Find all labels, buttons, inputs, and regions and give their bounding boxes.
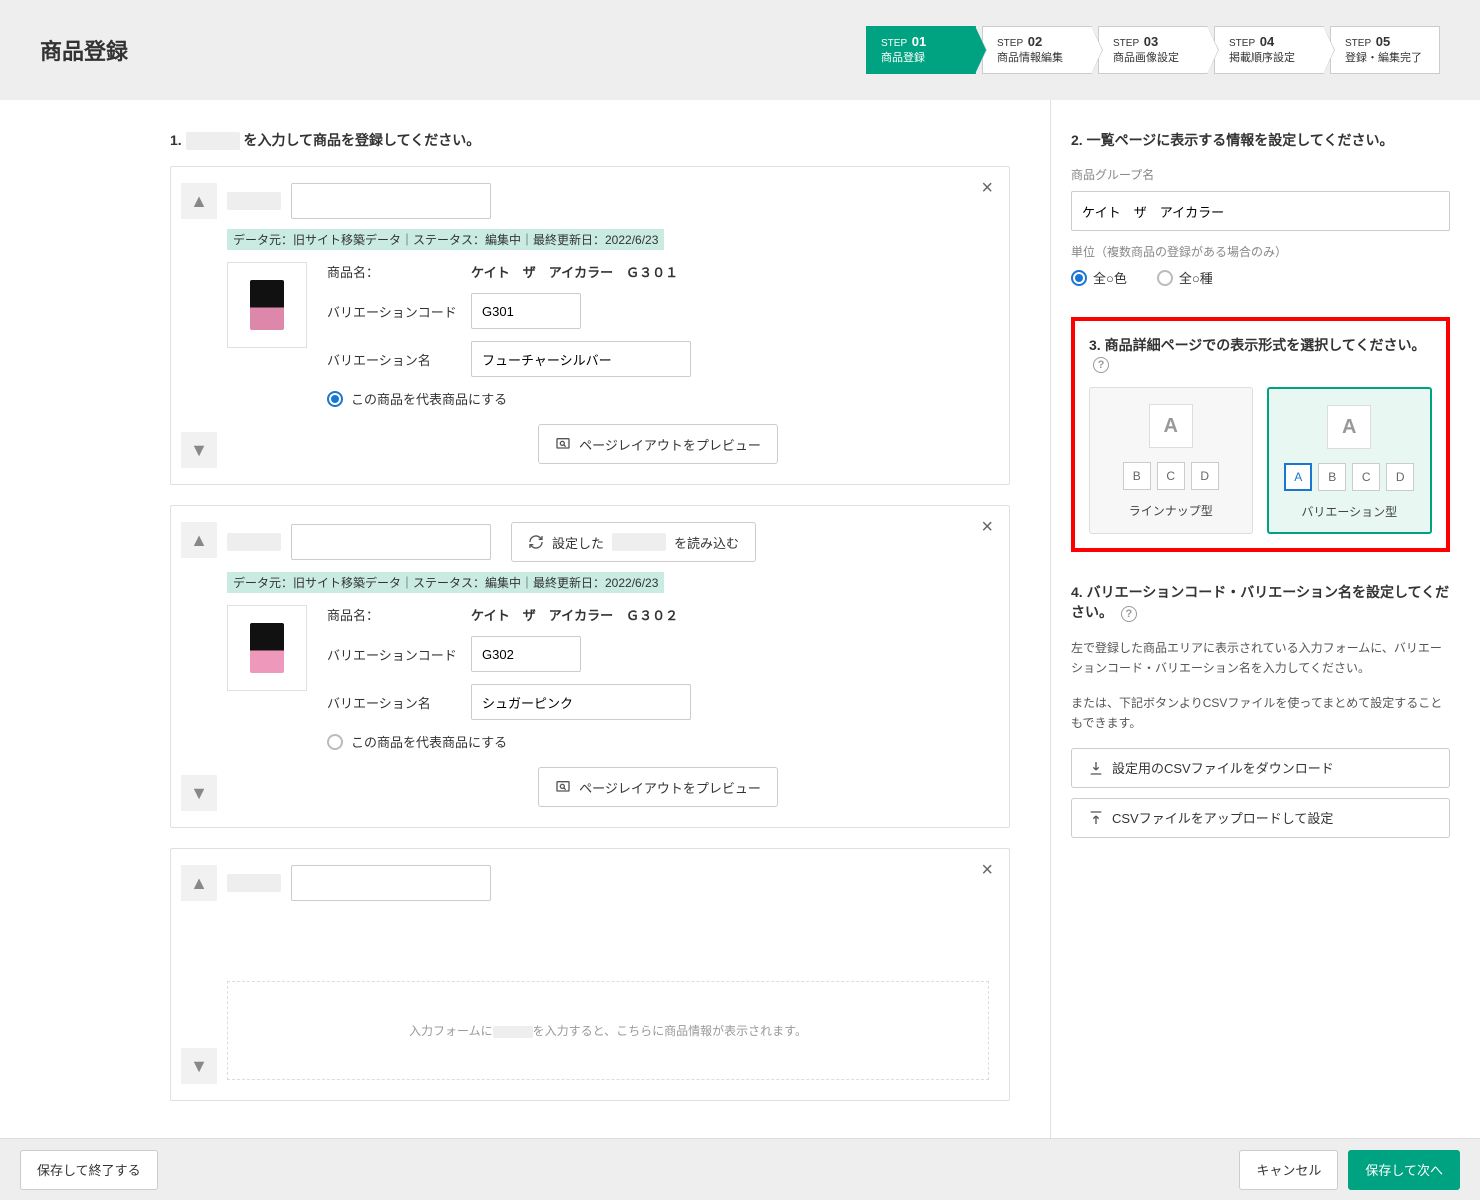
variation-name-input[interactable]	[471, 341, 691, 377]
id-label-placeholder	[227, 533, 281, 551]
move-down-button[interactable]: ▼	[181, 775, 217, 811]
variation-name-label: バリエーション名	[327, 693, 457, 712]
step-04[interactable]: STEP 04掲載順序設定	[1214, 26, 1324, 74]
chip: B	[1318, 463, 1346, 491]
radio-icon	[1071, 270, 1087, 286]
variation-code-input[interactable]	[471, 293, 581, 329]
chip: C	[1352, 463, 1380, 491]
section1-title: 1. を入力して商品を登録してください。	[170, 130, 1010, 150]
variation-name-input[interactable]	[471, 684, 691, 720]
csv-upload-button[interactable]: CSVファイルをアップロードして設定	[1071, 798, 1450, 838]
id-label-placeholder	[227, 192, 281, 210]
step-01[interactable]: STEP 01商品登録	[866, 26, 976, 74]
radio-icon	[327, 391, 343, 407]
layout-name: バリエーション型	[1279, 503, 1421, 520]
move-up-button[interactable]: ▲	[181, 183, 217, 219]
chip: C	[1157, 462, 1185, 490]
group-name-input[interactable]	[1071, 191, 1450, 231]
preview-button[interactable]: ページレイアウトをプレビュー	[538, 424, 778, 464]
help-icon[interactable]: ?	[1121, 606, 1137, 622]
section3-highlight: 3. 商品詳細ページでの表示形式を選択してください。 ? ABCDラインナップ型…	[1071, 317, 1450, 552]
product-id-input[interactable]	[291, 183, 491, 219]
variation-code-input[interactable]	[471, 636, 581, 672]
product-thumbnail	[227, 605, 307, 691]
product-card: ▲ ▼ × データ元：旧サイト移築データ｜ステータス：編集中｜最終更新日：202…	[170, 166, 1010, 485]
upload-icon	[1088, 810, 1104, 826]
meta-info: データ元：旧サイト移築データ｜ステータス：編集中｜最終更新日：2022/6/23	[227, 229, 664, 250]
close-icon[interactable]: ×	[981, 177, 993, 200]
layout-preview-icon: A	[1149, 404, 1193, 448]
reload-button[interactable]: 設定したを読み込む	[511, 522, 756, 562]
meta-info: データ元：旧サイト移築データ｜ステータス：編集中｜最終更新日：2022/6/23	[227, 572, 664, 593]
step-05[interactable]: STEP 05登録・編集完了	[1330, 26, 1440, 74]
section3-title: 3. 商品詳細ページでの表示形式を選択してください。	[1089, 337, 1425, 353]
product-card-empty: ▲ ▼ × 入力フォームにを入力すると、こちらに商品情報が表示されます。	[170, 848, 1010, 1101]
save-exit-button[interactable]: 保存して終了する	[20, 1150, 158, 1190]
page-title: 商品登録	[40, 34, 128, 66]
move-down-button[interactable]: ▼	[181, 432, 217, 468]
section2-title: 2. 一覧ページに表示する情報を設定してください。	[1071, 130, 1450, 150]
radio-icon	[1157, 270, 1173, 286]
chip: D	[1386, 463, 1414, 491]
layout-lineup-option[interactable]: ABCD ラインナップ型	[1089, 387, 1253, 534]
save-next-button[interactable]: 保存して次へ	[1348, 1150, 1460, 1190]
product-card: ▲ ▼ × 設定したを読み込む データ元：旧サイト移築データ｜ステータス：編集中…	[170, 505, 1010, 828]
chip: B	[1123, 462, 1151, 490]
empty-card-message: 入力フォームにを入力すると、こちらに商品情報が表示されます。	[227, 981, 989, 1080]
radio-icon	[327, 734, 343, 750]
chip: A	[1284, 463, 1312, 491]
chip: D	[1191, 462, 1219, 490]
section4-desc2: または、下記ボタンよりCSVファイルを使ってまとめて設定することもできます。	[1071, 693, 1450, 734]
layout-preview-icon: A	[1327, 405, 1371, 449]
help-icon[interactable]: ?	[1093, 357, 1109, 373]
product-name-value: ケイト ザ アイカラー Ｇ３０１	[471, 262, 678, 281]
step-03[interactable]: STEP 03商品画像設定	[1098, 26, 1208, 74]
id-label-placeholder	[227, 874, 281, 892]
represent-radio[interactable]: この商品を代表商品にする	[327, 732, 989, 751]
move-down-button[interactable]: ▼	[181, 1048, 217, 1084]
group-name-label: 商品グループ名	[1071, 166, 1450, 183]
layout-name: ラインナップ型	[1100, 502, 1242, 519]
unit-radio-color[interactable]: 全○色	[1071, 268, 1127, 287]
product-id-input[interactable]	[291, 865, 491, 901]
unit-label: 単位（複数商品の登録がある場合のみ）	[1071, 243, 1450, 260]
step-02[interactable]: STEP 02商品情報編集	[982, 26, 1092, 74]
unit-radio-type[interactable]: 全○種	[1157, 268, 1213, 287]
product-name-label: 商品名：	[327, 605, 457, 624]
preview-button[interactable]: ページレイアウトをプレビュー	[538, 767, 778, 807]
cancel-button[interactable]: キャンセル	[1239, 1150, 1338, 1190]
csv-download-button[interactable]: 設定用のCSVファイルをダウンロード	[1071, 748, 1450, 788]
preview-icon	[555, 779, 571, 795]
layout-variation-option[interactable]: AABCD バリエーション型	[1267, 387, 1433, 534]
product-thumbnail	[227, 262, 307, 348]
variation-code-label: バリエーションコード	[327, 645, 457, 664]
variation-name-label: バリエーション名	[327, 350, 457, 369]
product-name-label: 商品名：	[327, 262, 457, 281]
refresh-icon	[528, 534, 544, 550]
move-up-button[interactable]: ▲	[181, 522, 217, 558]
product-id-input[interactable]	[291, 524, 491, 560]
close-icon[interactable]: ×	[981, 516, 993, 539]
step-nav: STEP 01商品登録STEP 02商品情報編集STEP 03商品画像設定STE…	[866, 26, 1440, 74]
section4-desc1: 左で登録した商品エリアに表示されている入力フォームに、バリエーションコード・バリ…	[1071, 638, 1450, 679]
move-up-button[interactable]: ▲	[181, 865, 217, 901]
variation-code-label: バリエーションコード	[327, 302, 457, 321]
preview-icon	[555, 436, 571, 452]
represent-radio[interactable]: この商品を代表商品にする	[327, 389, 989, 408]
close-icon[interactable]: ×	[981, 859, 993, 882]
download-icon	[1088, 760, 1104, 776]
product-name-value: ケイト ザ アイカラー Ｇ３０２	[471, 605, 678, 624]
